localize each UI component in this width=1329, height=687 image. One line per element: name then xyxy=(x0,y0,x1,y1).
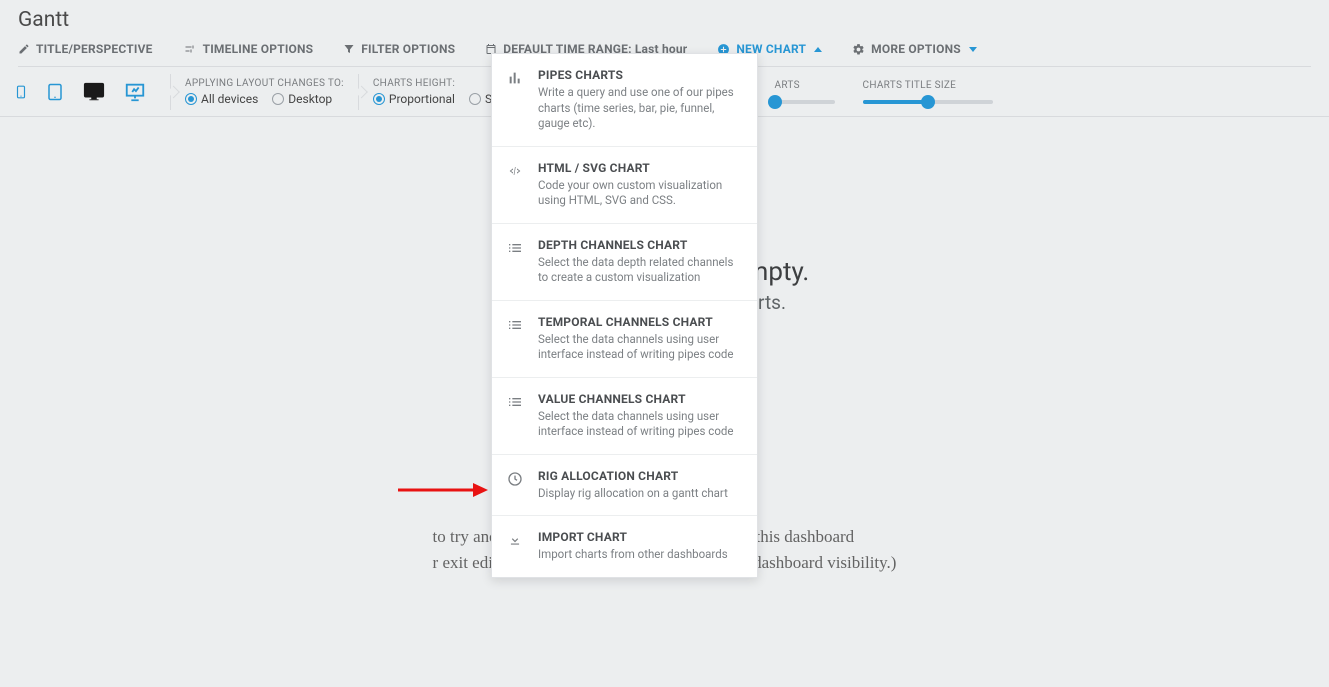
charts-height-label: CHARTS HEIGHT: xyxy=(373,78,503,89)
clock-icon xyxy=(507,471,523,487)
pencil-icon xyxy=(18,43,30,55)
list-check-icon xyxy=(507,240,523,256)
caret-up-icon xyxy=(814,47,822,52)
dropdown-item-value[interactable]: VALUE CHANNELS CHARTSelect the data chan… xyxy=(492,378,757,455)
timeline-options-button[interactable]: TIMELINE OPTIONS xyxy=(183,42,314,56)
bar-chart-icon xyxy=(507,70,523,86)
presentation-icon[interactable] xyxy=(124,81,146,103)
dropdown-item-import[interactable]: IMPORT CHARTImport charts from other das… xyxy=(492,516,757,577)
code-icon xyxy=(506,163,524,179)
list-check-icon xyxy=(507,394,523,410)
new-chart-dropdown: PIPES CHARTSWrite a query and use one of… xyxy=(491,53,758,578)
space-between-slider[interactable] xyxy=(775,100,835,104)
monitor-icon[interactable] xyxy=(82,81,106,103)
phone-icon[interactable] xyxy=(14,81,28,103)
charts-title-size-label: CHARTS TITLE SIZE xyxy=(863,80,993,91)
caret-down-icon xyxy=(969,47,977,52)
annotation-arrow xyxy=(398,480,488,500)
sliders-icon xyxy=(183,43,197,55)
filter-icon xyxy=(343,43,355,55)
filter-options-button[interactable]: FILTER OPTIONS xyxy=(343,42,455,56)
dropdown-item-depth[interactable]: DEPTH CHANNELS CHARTSelect the data dept… xyxy=(492,224,757,301)
space-between-label: ARTS xyxy=(775,80,835,91)
dropdown-item-html[interactable]: HTML / SVG CHARTCode your own custom vis… xyxy=(492,147,757,224)
dropdown-item-rig[interactable]: RIG ALLOCATION CHARTDisplay rig allocati… xyxy=(492,455,757,517)
radio-all-devices[interactable]: All devices xyxy=(185,92,258,106)
title-perspective-button[interactable]: TITLE/PERSPECTIVE xyxy=(18,42,153,56)
dropdown-item-temporal[interactable]: TEMPORAL CHANNELS CHARTSelect the data c… xyxy=(492,301,757,378)
more-options-button[interactable]: MORE OPTIONS xyxy=(852,42,977,56)
page-title: Gantt xyxy=(18,8,1311,32)
tablet-icon[interactable] xyxy=(46,81,64,103)
list-check-icon xyxy=(507,317,523,333)
gear-icon xyxy=(852,43,865,56)
charts-title-size-slider[interactable] xyxy=(863,100,993,104)
radio-desktop[interactable]: Desktop xyxy=(272,92,332,106)
applying-layout-label: APPLYING LAYOUT CHANGES TO: xyxy=(185,78,344,89)
radio-proportional[interactable]: Proportional xyxy=(373,92,455,106)
download-icon xyxy=(508,532,522,548)
dropdown-item-pipes[interactable]: PIPES CHARTSWrite a query and use one of… xyxy=(492,54,757,147)
